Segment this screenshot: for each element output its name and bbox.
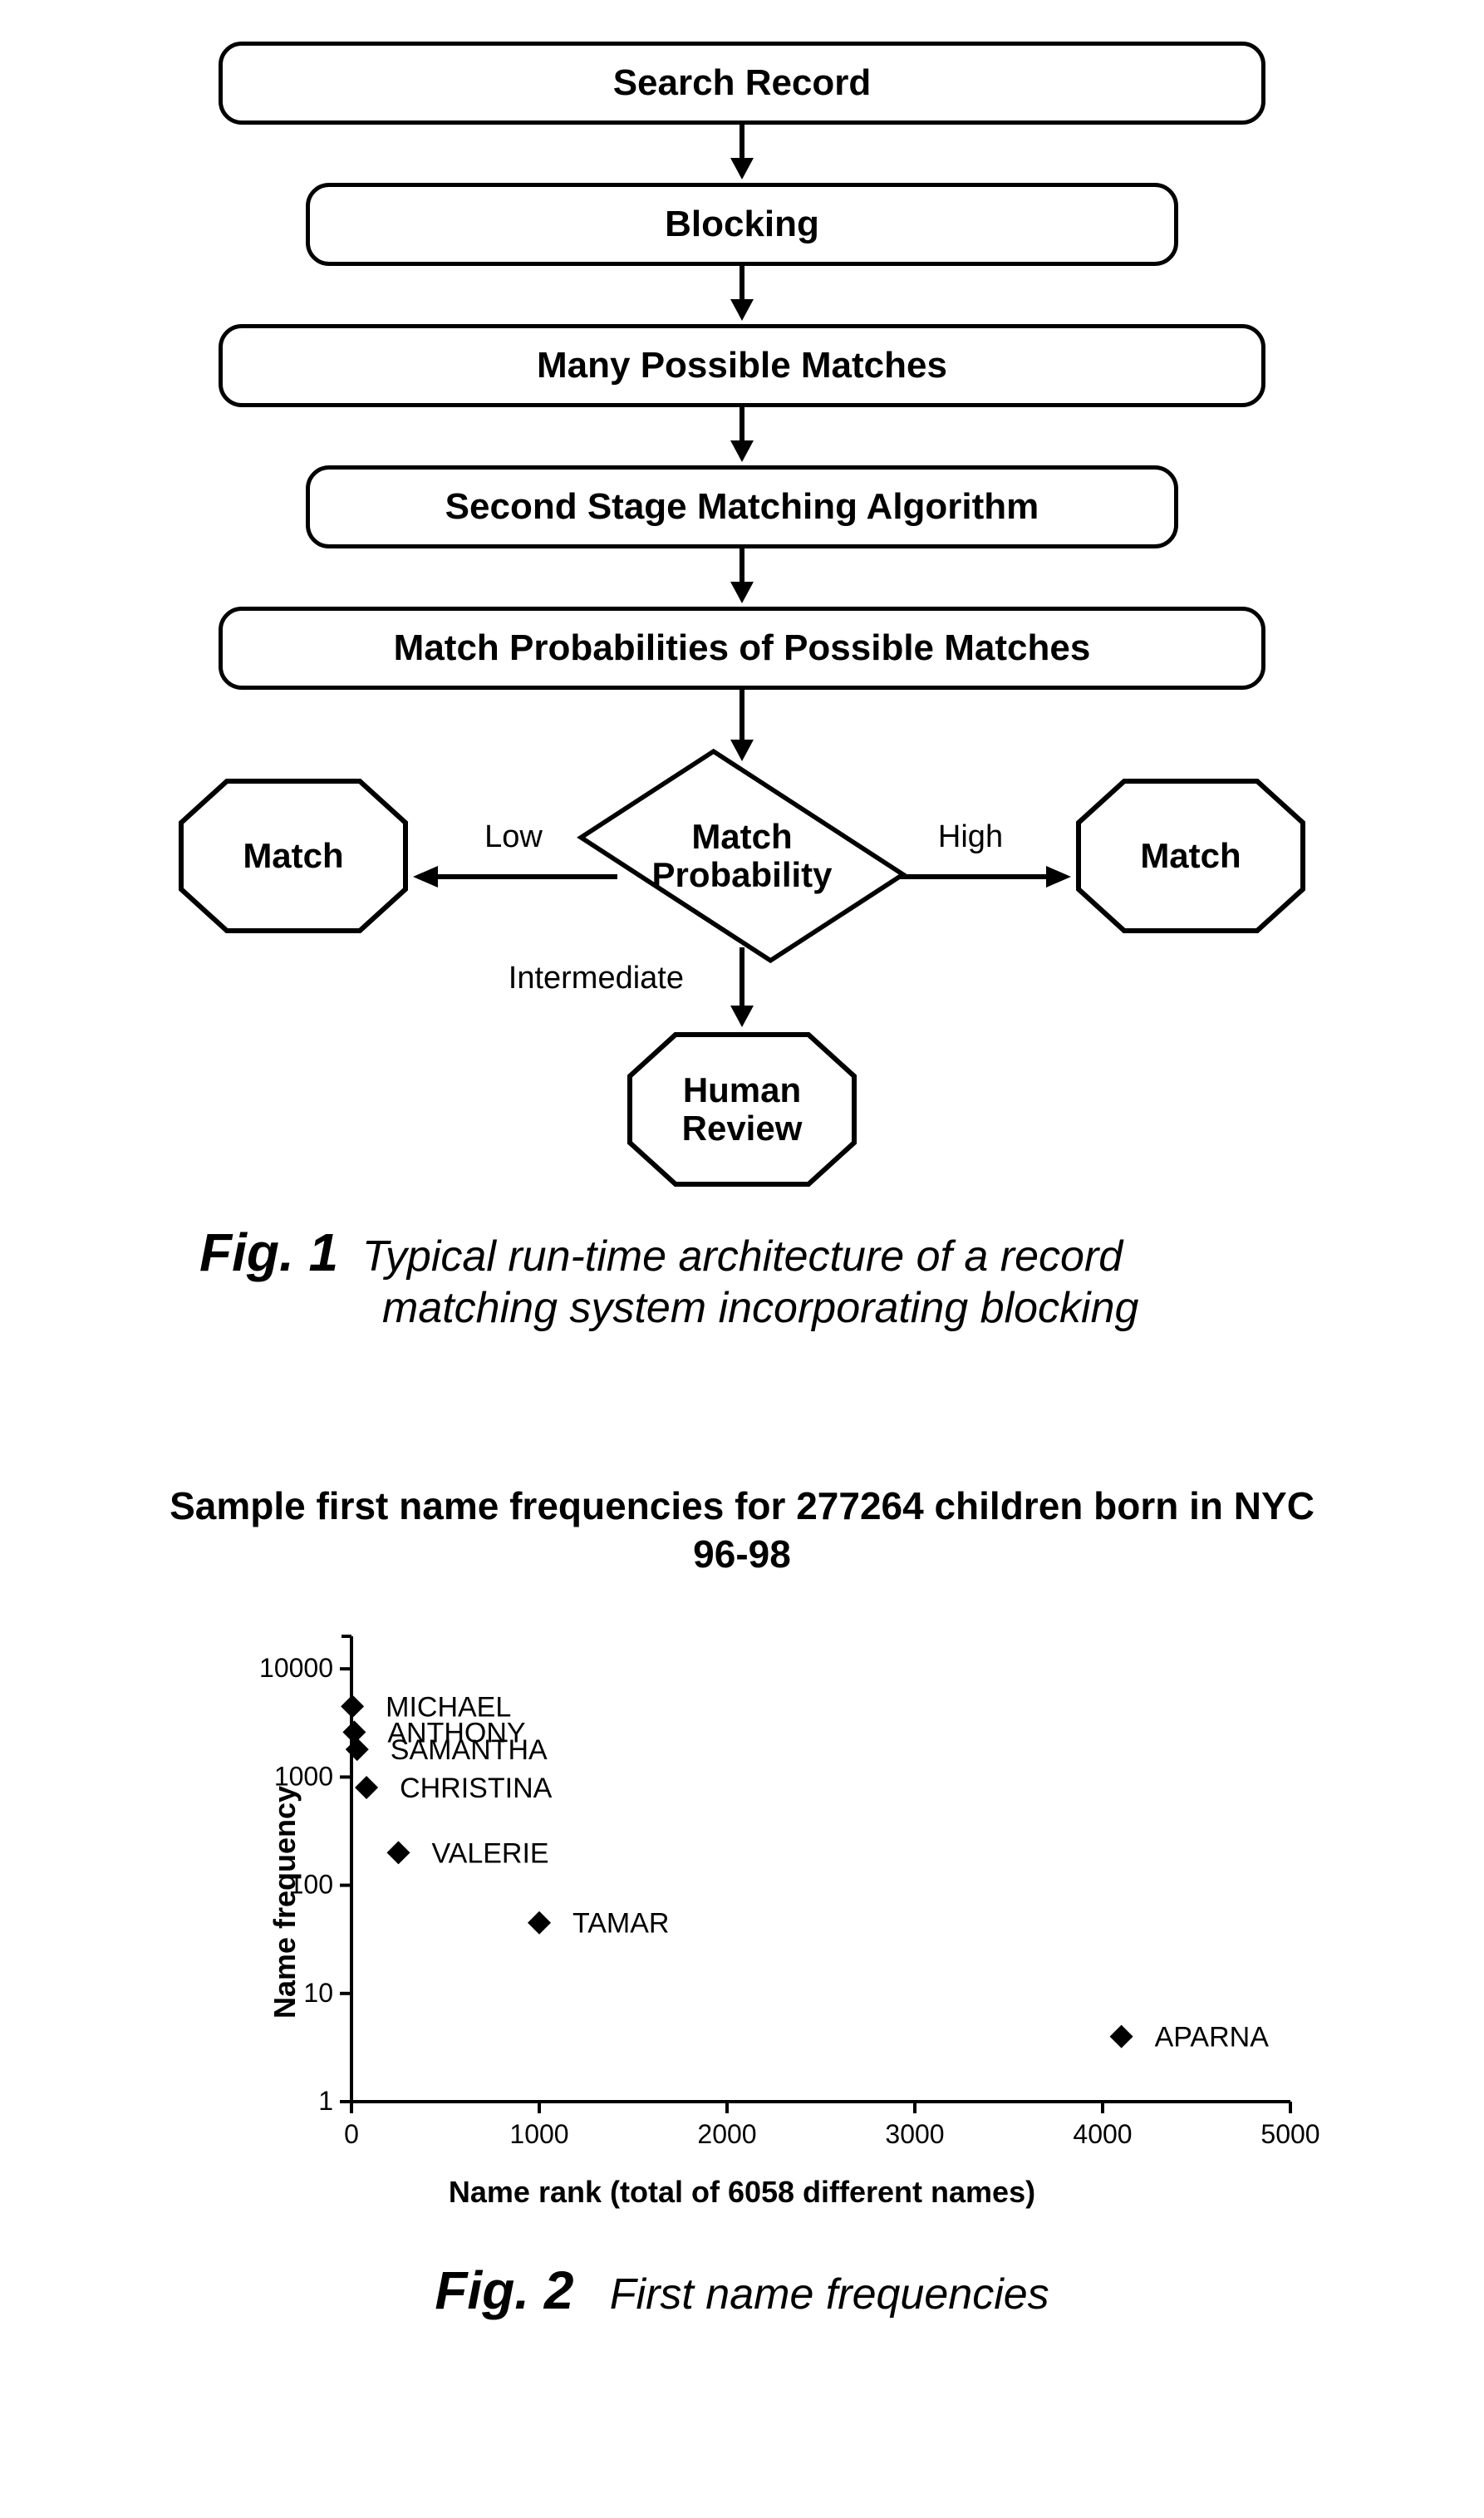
flow-terminal-match-right-label: Match bbox=[1140, 837, 1241, 875]
flow-terminal-human-review-l2: Review bbox=[682, 1109, 803, 1148]
arrow-down-icon bbox=[77, 407, 1407, 465]
chart-title: Sample first name frequencies for 277264… bbox=[160, 1483, 1324, 1578]
svg-text:3000: 3000 bbox=[885, 2119, 944, 2149]
flow-box-blocking: Blocking bbox=[306, 183, 1178, 266]
arrow-down-icon bbox=[717, 947, 767, 1030]
edge-label-intermediate: Intermediate bbox=[509, 961, 684, 996]
svg-text:5000: 5000 bbox=[1260, 2119, 1319, 2149]
edge-label-high: High bbox=[938, 819, 1003, 855]
chart-fig2: Sample first name frequencies for 277264… bbox=[50, 1483, 1434, 2321]
fig2-caption: Fig. 2 First name frequencies bbox=[50, 2260, 1434, 2321]
svg-text:TAMAR: TAMAR bbox=[572, 1908, 669, 1940]
fig1-text-line1: Typical run-time architecture of a recor… bbox=[362, 1232, 1123, 1281]
flow-terminal-human-review-l1: Human bbox=[683, 1070, 801, 1109]
svg-text:CHRISTINA: CHRISTINA bbox=[400, 1773, 553, 1804]
arrow-right-icon: High bbox=[867, 819, 1074, 893]
fig1-number: Fig. 1 bbox=[199, 1222, 338, 1282]
arrow-down-icon bbox=[77, 266, 1407, 324]
fig2-text: First name frequencies bbox=[610, 2270, 1049, 2319]
arrow-down-icon bbox=[77, 548, 1407, 607]
flow-terminal-match-left: Match bbox=[177, 777, 410, 935]
edge-label-low: Low bbox=[484, 819, 543, 855]
flow-decision-match-probability: Match Probability bbox=[617, 765, 867, 947]
flow-terminal-match-left-label: Match bbox=[243, 837, 343, 875]
arrow-down-icon bbox=[77, 690, 1407, 765]
decision-label-line1: Match bbox=[691, 818, 792, 856]
svg-text:1: 1 bbox=[318, 2086, 333, 2116]
svg-text:10: 10 bbox=[303, 1978, 333, 2008]
fig2-number: Fig. 2 bbox=[435, 2260, 573, 2320]
svg-text:2000: 2000 bbox=[697, 2119, 756, 2149]
chart-canvas: 010002000300040005000110100100010000MICH… bbox=[160, 1603, 1324, 2201]
svg-text:APARNA: APARNA bbox=[1155, 2022, 1270, 2053]
flow-terminal-match-right: Match bbox=[1074, 777, 1307, 935]
fig1-caption: Fig. 1 Typical run-time architecture of … bbox=[199, 1222, 1434, 1333]
svg-text:1000: 1000 bbox=[509, 2119, 568, 2149]
flowchart-fig1: Search Record Blocking Many Possible Mat… bbox=[77, 42, 1407, 1188]
svg-text:1000: 1000 bbox=[274, 1761, 333, 1791]
svg-text:VALERIE: VALERIE bbox=[432, 1837, 549, 1869]
svg-text:4000: 4000 bbox=[1073, 2119, 1132, 2149]
chart-xlabel: Name rank (total of 6058 different names… bbox=[160, 2175, 1324, 2210]
flow-box-search-record: Search Record bbox=[219, 42, 1265, 125]
svg-text:0: 0 bbox=[344, 2119, 359, 2149]
svg-text:10000: 10000 bbox=[259, 1653, 333, 1683]
flow-box-second-stage: Second Stage Matching Algorithm bbox=[306, 465, 1178, 548]
svg-text:100: 100 bbox=[289, 1870, 333, 1900]
fig1-text-line2: matching system incorporating blocking bbox=[382, 1283, 1434, 1333]
flow-terminal-human-review: Human Review bbox=[626, 1030, 858, 1188]
arrow-down-icon bbox=[77, 125, 1407, 183]
flow-box-match-probabilities: Match Probabilities of Possible Matches bbox=[219, 607, 1265, 690]
decision-label-line2: Probability bbox=[651, 856, 832, 894]
flow-box-possible-matches: Many Possible Matches bbox=[219, 324, 1265, 407]
svg-text:SAMANTHA: SAMANTHA bbox=[391, 1734, 548, 1766]
